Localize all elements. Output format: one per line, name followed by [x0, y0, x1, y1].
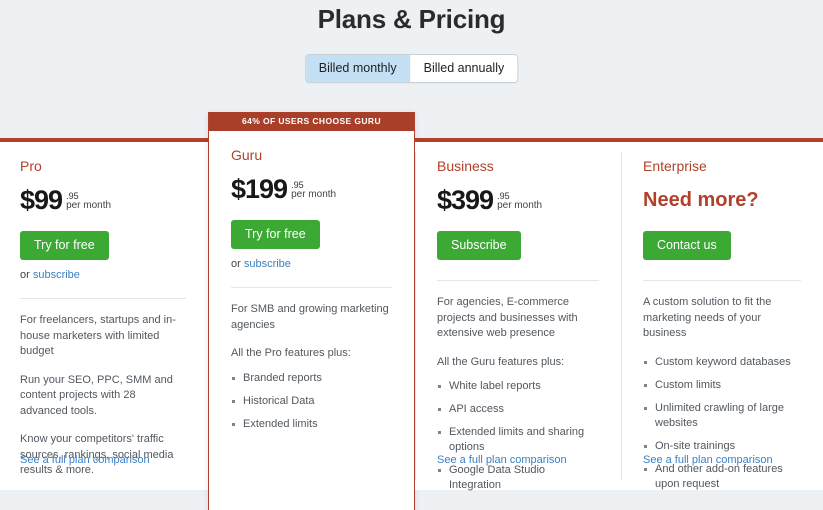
plan-card-pro: Pro $99 .95 per month Try for free or su…	[0, 138, 208, 490]
plan-name-enterprise: Enterprise	[643, 158, 707, 174]
price-amount: $99	[20, 184, 63, 215]
feature-item: Unlimited crawling of large websites	[643, 401, 801, 431]
compare-link-wrap: See a full plan comparison	[643, 450, 773, 468]
plan-description: A custom solution to fit the marketing n…	[643, 296, 772, 340]
or-label: or	[231, 258, 241, 271]
plan-description: For freelancers, startups and in-house m…	[20, 314, 176, 358]
features-intro-guru: All the Pro features plus:	[231, 347, 351, 360]
feature-item: White label reports	[437, 379, 599, 394]
plan-description: For SMB and growing marketing agencies	[231, 303, 389, 331]
plan-card-enterprise: Enterprise Need more? Contact us A custo…	[621, 138, 823, 490]
features-list-business: White label reports API access Extended …	[437, 379, 599, 493]
price-period: per month	[291, 189, 337, 201]
toggle-billed-annually[interactable]: Billed annually	[410, 55, 518, 82]
divider	[20, 298, 186, 300]
subscribe-link-guru[interactable]: subscribe	[244, 258, 291, 270]
plan-name-pro: Pro	[20, 158, 42, 174]
billing-cycle-toggle[interactable]: Billed monthly Billed annually	[304, 54, 519, 83]
feature-item: Custom limits	[643, 378, 801, 393]
feature-item: Custom keyword databases	[643, 355, 801, 370]
divider	[643, 280, 801, 282]
plans-grid: Pro $99 .95 per month Try for free or su…	[0, 112, 823, 510]
compare-plans-link-business[interactable]: See a full plan comparison	[437, 454, 567, 466]
toggle-billed-monthly[interactable]: Billed monthly	[305, 55, 410, 82]
try-for-free-button-pro[interactable]: Try for free	[20, 230, 109, 261]
or-subscribe-guru: or subscribe	[231, 258, 392, 270]
subscribe-link-pro[interactable]: subscribe	[33, 269, 80, 281]
compare-plans-link-pro[interactable]: See a full plan comparison	[20, 454, 150, 466]
subscribe-button-business[interactable]: Subscribe	[437, 230, 521, 261]
guru-card-body: Guru $199 .95 per month Try for free or …	[209, 131, 414, 452]
need-more-headline: Need more?	[643, 188, 759, 211]
plan-name-guru: Guru	[231, 147, 263, 163]
features-intro-business: All the Guru features plus:	[437, 355, 565, 368]
compare-link-wrap: See a full plan comparison	[20, 450, 150, 468]
price-period: per month	[497, 200, 543, 212]
contact-us-button[interactable]: Contact us	[643, 230, 731, 261]
divider	[231, 287, 392, 289]
features-list-guru: Branded reports Historical Data Extended…	[231, 371, 392, 432]
plan-headline-enterprise: Need more?	[643, 183, 801, 213]
plan-description: For agencies, E-commerce projects and bu…	[437, 296, 578, 340]
plan-description: Run your SEO, PPC, SMM and content proje…	[20, 373, 173, 417]
or-label: or	[20, 269, 30, 282]
pricing-page: Plans & Pricing Billed monthly Billed an…	[0, 0, 823, 510]
features-list-enterprise: Custom keyword databases Custom limits U…	[643, 355, 801, 492]
price-details: .95 per month	[291, 180, 337, 202]
plan-card-guru: 64% OF USERS CHOOSE GURU Guru $199 .95 p…	[208, 112, 415, 510]
plan-name-business: Business	[437, 158, 494, 174]
guru-popular-banner: 64% OF USERS CHOOSE GURU	[209, 112, 414, 131]
or-subscribe-pro: or subscribe	[20, 269, 186, 281]
feature-item: Branded reports	[231, 371, 392, 386]
price-amount: $199	[231, 173, 288, 204]
plan-card-business: Business $399 .95 per month Subscribe Fo…	[415, 138, 621, 493]
page-title: Plans & Pricing	[317, 4, 506, 34]
price-details: .95 per month	[66, 191, 112, 213]
compare-plans-link-enterprise[interactable]: See a full plan comparison	[643, 454, 773, 466]
plan-price-pro: $99 .95 per month	[20, 183, 186, 213]
plan-price-business: $399 .95 per month	[437, 183, 599, 213]
feature-item: API access	[437, 402, 599, 417]
plan-price-guru: $199 .95 per month	[231, 172, 392, 202]
compare-link-wrap: See a full plan comparison	[437, 450, 567, 468]
price-amount: $399	[437, 184, 494, 215]
price-period: per month	[66, 200, 112, 212]
feature-item: Extended limits	[231, 417, 392, 432]
try-for-free-button-guru[interactable]: Try for free	[231, 219, 320, 250]
divider	[437, 280, 599, 282]
price-details: .95 per month	[497, 191, 543, 213]
feature-item: Historical Data	[231, 394, 392, 409]
